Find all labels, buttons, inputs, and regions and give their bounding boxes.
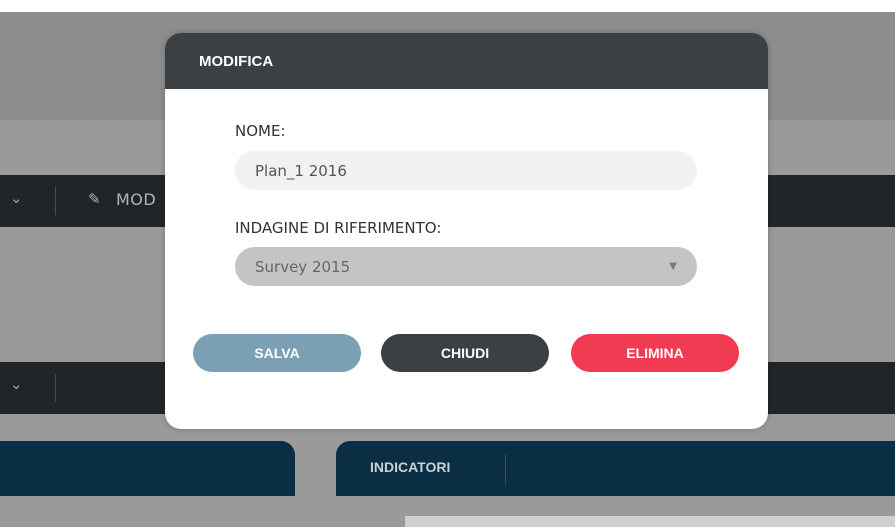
select-arrow-icon: ▼ bbox=[669, 261, 677, 272]
save-button[interactable]: SALVA bbox=[193, 334, 361, 372]
tab-left[interactable] bbox=[0, 441, 295, 496]
content-strip bbox=[405, 516, 895, 527]
reference-survey-selected: Survey 2015 bbox=[255, 257, 351, 276]
edit-modal: MODIFICA NOME: INDAGINE DI RIFERIMENTO: … bbox=[165, 33, 768, 429]
modal-header: MODIFICA bbox=[165, 33, 768, 89]
modal-title: MODIFICA bbox=[199, 52, 274, 70]
toolbar-divider bbox=[55, 187, 56, 215]
tab-divider bbox=[505, 454, 506, 484]
pencil-icon: ✎ bbox=[88, 190, 101, 208]
chevron-down-icon[interactable]: ⌄ bbox=[10, 189, 23, 207]
name-label: NOME: bbox=[235, 122, 286, 140]
chevron-down-icon[interactable]: ⌄ bbox=[10, 375, 23, 393]
name-input[interactable] bbox=[235, 151, 697, 190]
reference-survey-select[interactable]: Survey 2015 ▼ bbox=[235, 247, 697, 286]
toolbar-edit-label[interactable]: MOD bbox=[116, 190, 156, 209]
toolbar-divider bbox=[55, 374, 56, 402]
reference-survey-label: INDAGINE DI RIFERIMENTO: bbox=[235, 219, 442, 237]
tab-indicatori-label[interactable]: INDICATORI bbox=[370, 459, 450, 475]
close-button[interactable]: CHIUDI bbox=[381, 334, 549, 372]
delete-button[interactable]: ELIMINA bbox=[571, 334, 739, 372]
